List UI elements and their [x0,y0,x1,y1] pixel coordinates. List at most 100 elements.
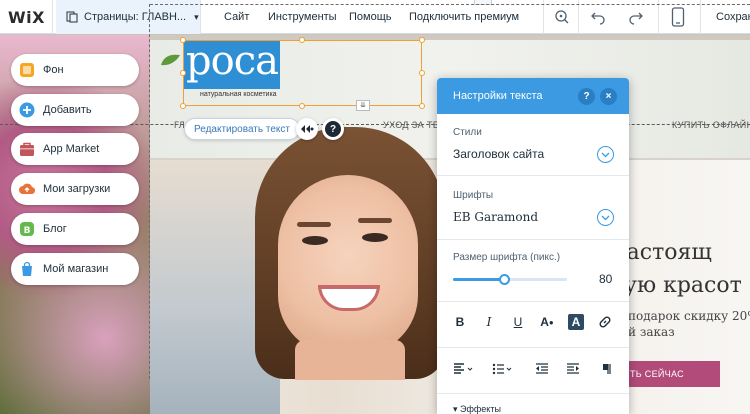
styles-label: Стили [453,127,482,138]
store-icon [19,261,35,277]
stretch-icon[interactable]: ⇊ [356,100,370,111]
upload-icon [19,181,35,197]
app-market-icon [19,141,35,157]
leaf-logo-icon [161,54,180,66]
save-button[interactable]: Сохран [716,11,750,23]
font-size-section [437,240,629,302]
left-panel-app-market[interactable]: App Market [11,133,139,165]
toolbar-divider [578,0,579,34]
mobile-icon[interactable] [671,7,685,27]
link-icon[interactable] [597,314,613,330]
left-panel-label: Мои загрузки [43,183,111,195]
underline-icon[interactable]: U [510,314,526,330]
font-size-slider-handle[interactable] [499,274,511,285]
bold-icon[interactable]: B [452,314,468,330]
add-icon [19,102,35,118]
menu-help[interactable]: Помощь [349,11,392,23]
text-settings-panel: Настройки текста ? × Стили Заголовок сай… [437,78,629,414]
page-guide [149,4,150,379]
hero-subtext-1: подарок скидку 20% [628,309,750,323]
effects-section-toggle[interactable]: ▾ Эффекты [453,404,501,414]
font-size-label: Размер шрифта (пикс.) [453,252,561,263]
resize-handle[interactable] [180,103,186,109]
animation-button[interactable] [296,118,318,140]
left-panel-label: Добавить [43,104,92,116]
resize-handle[interactable] [299,37,305,43]
left-panel-blog[interactable]: B Блог [11,213,139,245]
redo-icon[interactable] [628,9,644,25]
menu-premium[interactable]: Подключить премиум [409,11,519,23]
selection-frame[interactable] [183,40,422,106]
styles-dropdown-button[interactable] [597,146,614,163]
left-panel-add[interactable]: Добавить [11,94,139,126]
animation-icon [301,125,314,133]
toolbar-divider [700,0,701,34]
panel-close-button[interactable]: × [600,88,617,105]
pages-label: Страницы: ГЛАВН... [84,11,187,23]
hero-photo-face [278,175,418,355]
resize-handle[interactable] [299,103,305,109]
undo-icon[interactable] [590,9,606,25]
zoom-icon[interactable] [554,9,570,25]
text-color-icon[interactable]: A ● [539,314,555,330]
left-panel-label: Блог [43,223,67,235]
chevron-down-icon [601,152,610,157]
fonts-section: Шрифты EB Garamond [437,176,629,240]
help-icon: ? [325,121,341,137]
toolbar-divider [200,0,201,34]
panel-help-button[interactable]: ? [578,88,595,105]
chevron-down-icon: ▾ [194,11,199,22]
toolbar-divider [52,0,53,34]
align-left-icon[interactable] [452,361,476,377]
hero-photo-eye [362,233,388,242]
help-button[interactable]: ? [322,118,344,140]
text-color-glyph: A [540,315,549,329]
left-panel-label: App Market [43,143,100,155]
left-panel-label: Фон [43,64,64,76]
hero-photo-eye [302,236,328,245]
header-guide [150,4,750,5]
font-size-value[interactable]: 80 [599,272,612,286]
wix-logo: WiX [8,8,45,27]
menu-site[interactable]: Сайт [224,11,249,23]
resize-handle[interactable] [180,37,186,43]
fonts-dropdown-value[interactable]: EB Garamond [453,210,538,224]
top-toolbar: WiX Страницы: ГЛАВН... ▾ Сайт Инструмент… [0,0,750,34]
toolbar-divider [658,0,659,34]
left-panel-background[interactable]: Фон [11,54,139,86]
indent-increase-icon[interactable] [565,361,581,377]
pages-dropdown[interactable]: Страницы: ГЛАВН... ▾ [56,0,200,34]
edit-text-button[interactable]: Редактировать текст [184,118,300,140]
hero-photo-brow [297,222,331,227]
left-panel-uploads[interactable]: Мои загрузки [11,173,139,205]
svg-text:B: B [24,226,31,236]
resize-handle[interactable] [180,70,186,76]
page-icon [66,11,78,23]
chevron-down-icon [601,215,610,220]
hero-subtext-2: й заказ [628,325,675,339]
fonts-dropdown-button[interactable] [597,209,614,226]
left-panel-store[interactable]: Мой магазин [11,253,139,285]
fonts-label: Шрифты [453,190,494,201]
resize-handle[interactable] [419,103,425,109]
italic-icon[interactable]: I [481,314,497,330]
font-size-slider-fill [453,278,505,281]
left-panel-label: Мой магазин [43,263,109,275]
hero-headline-2: ую красот [624,273,742,298]
menu-tools[interactable]: Инструменты [268,11,337,23]
hero-cta-button[interactable]: ТЬ СЕЙЧАС [628,361,720,387]
resize-handle[interactable] [419,70,425,76]
styles-section: Стили Заголовок сайта [437,114,629,176]
text-direction-icon[interactable] [596,361,612,377]
site-nav-buy-offline[interactable]: КУПИТЬ ОФЛАЙН [672,120,750,130]
background-icon [19,62,35,78]
list-icon[interactable] [491,361,515,377]
panel-header[interactable]: Настройки текста ? × [437,78,629,114]
resize-handle[interactable] [419,37,425,43]
styles-dropdown-value[interactable]: Заголовок сайта [453,147,544,161]
blog-icon: B [19,221,35,237]
indent-decrease-icon[interactable] [534,361,550,377]
hero-photo-brow [358,218,392,223]
toolbar-divider [543,0,544,34]
highlight-icon[interactable]: A [568,314,584,330]
